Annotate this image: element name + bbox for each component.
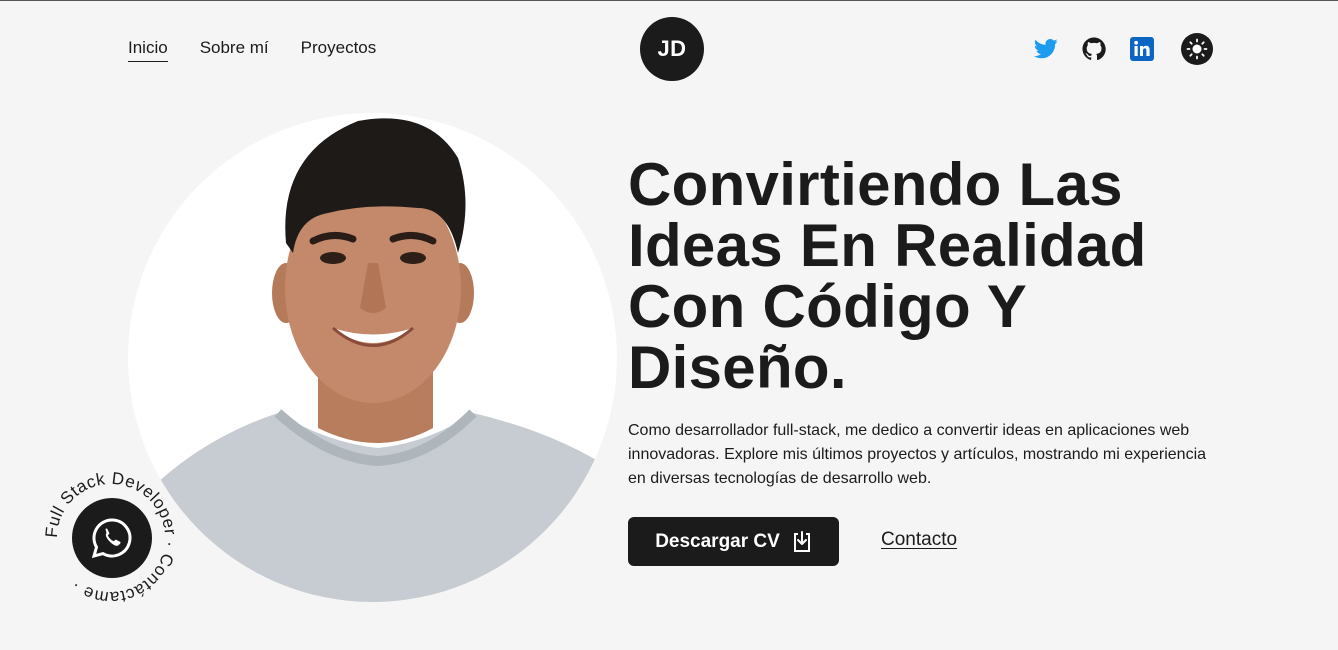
- headline-line: Con Código Y: [628, 273, 1028, 340]
- nav-links: Inicio Sobre mí Proyectos: [128, 38, 376, 62]
- nav-link-inicio[interactable]: Inicio: [128, 38, 168, 62]
- headline-line: Convirtiendo Las: [628, 151, 1123, 218]
- twitter-link[interactable]: [1033, 36, 1059, 62]
- portrait-illustration: [128, 118, 617, 602]
- theme-toggle-button[interactable]: [1181, 33, 1213, 65]
- contact-link[interactable]: Contacto: [881, 529, 957, 551]
- download-cv-button[interactable]: Descargar CV: [628, 517, 839, 566]
- whatsapp-button[interactable]: [72, 498, 152, 578]
- twitter-icon: [1034, 39, 1058, 59]
- top-navigation: Inicio Sobre mí Proyectos JD: [0, 0, 1338, 96]
- logo[interactable]: JD: [640, 17, 704, 81]
- headline-line: Ideas En Realidad: [628, 212, 1147, 279]
- nav-link-sobre-mi[interactable]: Sobre mí: [200, 38, 269, 62]
- github-icon: [1082, 37, 1106, 61]
- profile-photo: [128, 113, 617, 602]
- github-link[interactable]: [1081, 36, 1107, 62]
- sun-icon: [1186, 38, 1208, 60]
- linkedin-link[interactable]: [1129, 36, 1155, 62]
- linkedin-icon: [1130, 37, 1154, 61]
- whatsapp-icon: [91, 518, 132, 559]
- social-links: [1033, 33, 1213, 65]
- intro-paragraph: Como desarrollador full-stack, me dedico…: [628, 422, 1207, 487]
- download-cv-label: Descargar CV: [655, 530, 780, 552]
- headline-line: Diseño.: [628, 334, 847, 401]
- hero-headline: Convirtiendo Las Ideas En Realidad Con C…: [628, 154, 1228, 398]
- nav-link-proyectos[interactable]: Proyectos: [301, 38, 377, 62]
- download-icon: [793, 530, 810, 552]
